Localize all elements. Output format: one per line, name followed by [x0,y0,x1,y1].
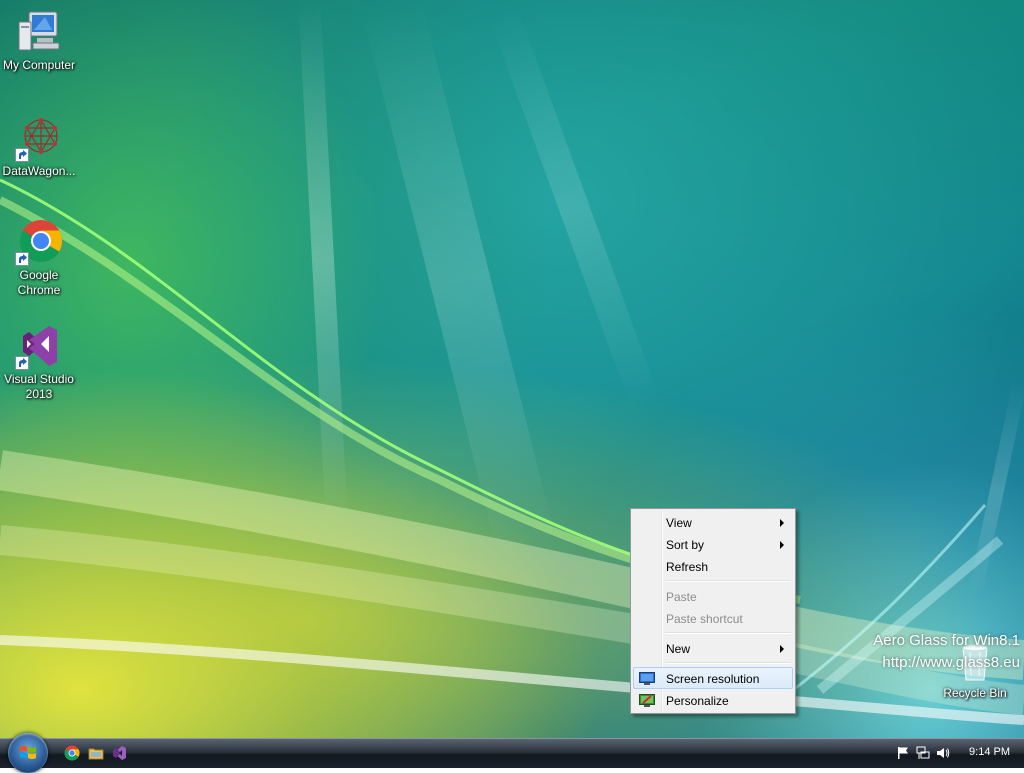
folder-icon [88,748,104,760]
visual-studio-icon [113,746,126,760]
action-center-flag-icon[interactable] [896,746,910,760]
menu-item-personalize[interactable]: Personalize [633,689,793,711]
menu-item-label: Paste shortcut [666,612,743,626]
menu-item-paste: Paste [633,585,793,607]
menu-item-label: Screen resolution [666,672,760,686]
menu-item-label: Refresh [666,560,709,574]
menu-item-paste-shortcut: Paste shortcut [633,607,793,629]
watermark-line-1: Aero Glass for Win8.1 [873,632,1020,649]
menu-separator [665,632,791,634]
visual-studio-icon [15,322,63,370]
chrome-icon [64,745,80,761]
menu-item-new[interactable]: New [633,637,793,659]
menu-item-label: Personalize [666,694,729,708]
submenu-arrow-icon [780,541,784,549]
taskbar: 9:14 PM [0,733,1024,773]
desktop-icon-google-chrome[interactable]: Google Chrome [0,218,78,298]
menu-separator [665,662,791,664]
shortcut-arrow-icon [15,148,29,162]
menu-item-label: New [666,642,691,656]
desktop-icon-visual-studio-2013[interactable]: Visual Studio 2013 [0,322,78,402]
datawagon-icon [15,114,63,162]
shortcut-arrow-icon [15,356,29,370]
network-icon[interactable] [916,746,930,760]
menu-item-sort-by[interactable]: Sort by [633,533,793,555]
menu-separator [665,580,791,582]
personalize-icon [639,693,655,707]
menu-item-label: Sort by [666,538,705,552]
desktop-icon-datawagon[interactable]: DataWagon... [0,114,78,179]
shortcut-arrow-icon [15,252,29,266]
desktop-context-menu: View Sort by Refresh Paste Paste shortcu… [630,508,796,714]
desktop-icon-label: Recycle Bin [943,686,1007,700]
taskbar-visual-studio-button[interactable] [111,745,127,761]
desktop-icon-label: Google Chrome [17,268,61,297]
desktop-icon-my-computer[interactable]: My Computer [0,8,78,73]
desktop[interactable]: My Computer DataWagon... Google Chrome V… [0,0,1024,738]
aero-glass-watermark: Aero Glass for Win8.1 http://www.glass8.… [873,630,1020,674]
menu-item-refresh[interactable]: Refresh [633,555,793,577]
computer-icon [15,8,63,56]
volume-icon[interactable] [936,746,950,760]
submenu-arrow-icon [780,645,784,653]
desktop-icon-label: DataWagon... [2,164,76,178]
desktop-icon-label: Visual Studio 2013 [4,372,74,401]
taskbar-chrome-button[interactable] [64,745,80,761]
menu-item-view[interactable]: View [633,511,793,533]
menu-item-screen-resolution[interactable]: Screen resolution [633,667,793,689]
windows-logo-icon [20,746,36,759]
watermark-line-2: http://www.glass8.eu [882,654,1020,671]
system-tray: 9:14 PM [894,739,1024,769]
desktop-icon-label: My Computer [2,58,76,72]
taskbar-clock[interactable]: 9:14 PM [969,746,1010,758]
menu-item-label: View [666,516,692,530]
screen-resolution-icon [639,671,655,685]
chrome-icon [15,218,63,266]
submenu-arrow-icon [780,519,784,527]
wallpaper-wave [0,178,1024,725]
menu-item-label: Paste [666,590,697,604]
start-button[interactable] [8,733,48,773]
taskbar-explorer-button[interactable] [88,745,104,761]
